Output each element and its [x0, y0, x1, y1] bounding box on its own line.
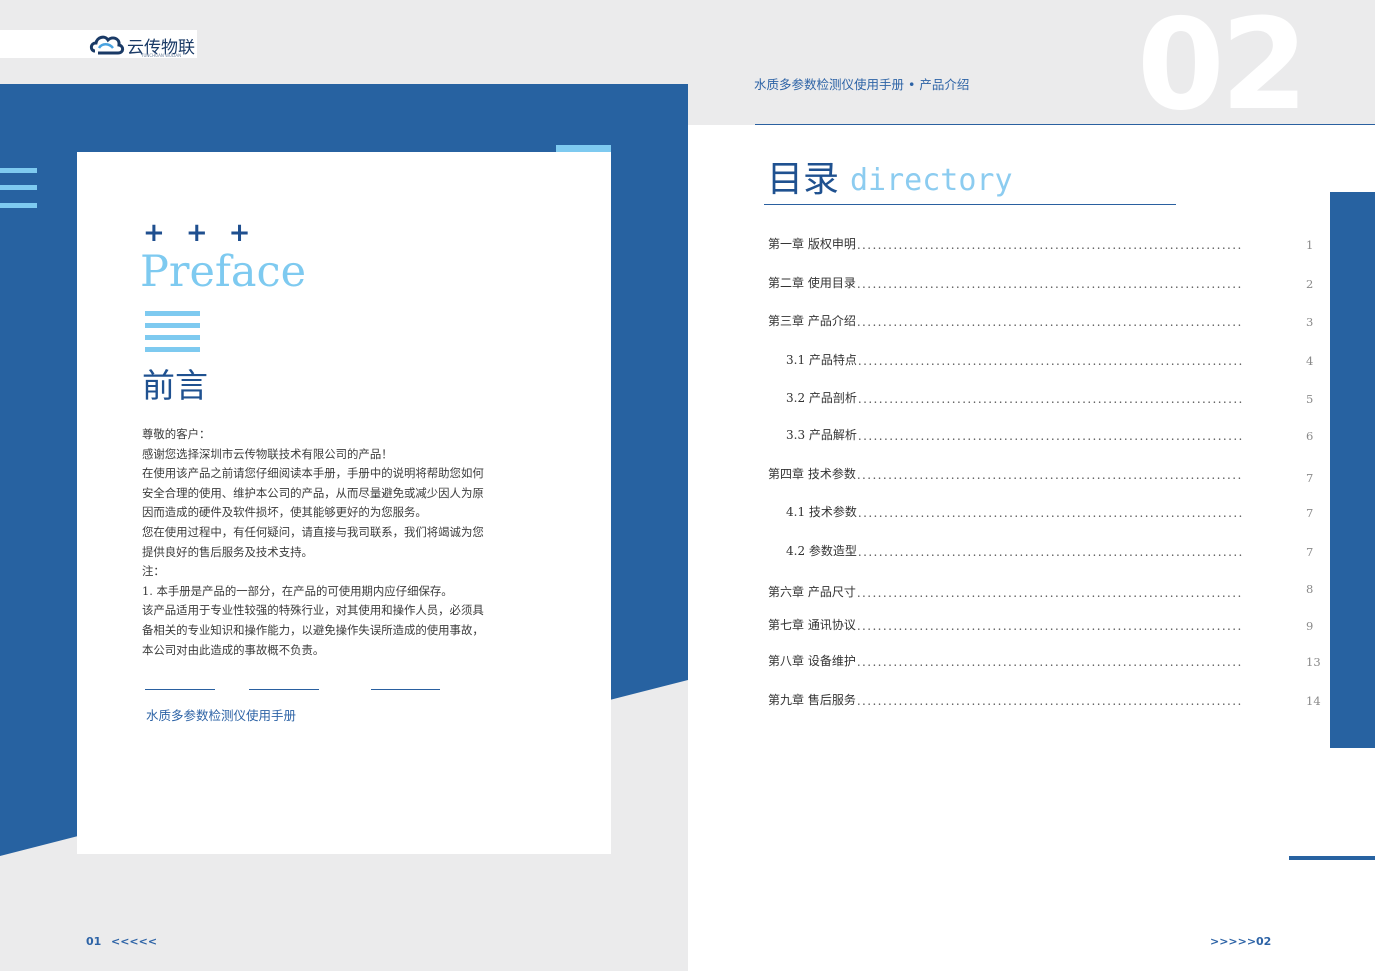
- plus-marks: + + +: [143, 218, 257, 248]
- toc-entry[interactable]: 第八章 设备维护 ...............................…: [768, 653, 1321, 669]
- toc-leader-dots: ........................................…: [856, 277, 1243, 291]
- toc-leader-dots: ........................................…: [857, 429, 1243, 443]
- toc-entry[interactable]: 第二章 使用目录 ...............................…: [768, 275, 1313, 291]
- toc-entry[interactable]: 第四章 技术参数 ...............................…: [768, 466, 1313, 485]
- toc-entry[interactable]: 3.3 产品解析 ...............................…: [786, 427, 1313, 443]
- toc-entry[interactable]: 第一章 版权申明 ...............................…: [768, 236, 1313, 252]
- preface-body: 尊敬的客户： 感谢您选择深圳市云传物联技术有限公司的产品！ 在使用该产品之前请您…: [142, 425, 512, 660]
- toc-entry-label: 第一章 版权申明: [768, 237, 856, 251]
- toc-entry-page: 9: [1306, 619, 1314, 633]
- right-side-blue-bar: [1330, 192, 1375, 748]
- toc-entry-label: 第四章 技术参数: [768, 467, 856, 481]
- left-page-arrows: <<<<<: [111, 935, 158, 948]
- preface-title-cn: 前言: [142, 366, 208, 405]
- toc-entry-page: 7: [1306, 545, 1314, 559]
- manual-title: 水质多参数检测仪使用手册: [146, 708, 297, 723]
- toc-leader-dots: ........................................…: [856, 315, 1243, 329]
- toc-entry-label: 第六章 产品尺寸: [768, 585, 856, 599]
- preface-line: 备相关的专业知识和操作能力，以避免操作失误所造成的使用事故，: [142, 622, 484, 637]
- menu-bar: [145, 323, 200, 328]
- toc-entry[interactable]: 第三章 产品介绍 ...............................…: [768, 313, 1313, 329]
- toc-entry-label: 第九章 售后服务: [768, 693, 856, 707]
- side-stripe: [0, 168, 37, 173]
- preface-line: 尊敬的客户：: [142, 427, 211, 441]
- toc-leader-dots: ........................................…: [857, 506, 1243, 520]
- header-rule: [755, 124, 1375, 125]
- toc-entry-page: 4: [1306, 354, 1314, 368]
- toc-entry-page: 14: [1306, 694, 1321, 708]
- toc-title-cn: 目录: [767, 159, 840, 200]
- toc-entry-label: 第三章 产品介绍: [768, 314, 856, 328]
- logo-subtext: YUNCHUAN WULIAN: [141, 53, 182, 58]
- toc-title-rule: [764, 204, 1176, 205]
- running-header: 水质多参数检测仪使用手册 • 产品介绍: [754, 77, 970, 92]
- toc-leader-dots: ........................................…: [857, 354, 1243, 368]
- toc-entry-page: 7: [1306, 471, 1314, 485]
- toc-entry-page: 3: [1306, 315, 1314, 329]
- toc-entry-page: 7: [1306, 506, 1314, 520]
- preface-line: 提供良好的售后服务及技术支持。: [142, 544, 313, 559]
- toc-entry-label: 3.3 产品解析: [786, 428, 857, 442]
- toc-leader-dots: ........................................…: [857, 545, 1243, 559]
- side-stripe: [0, 185, 37, 190]
- preface-line: 该产品适用于专业性较强的特殊行业，对其使用和操作人员，必须具: [142, 603, 484, 618]
- toc-entry-page: 8: [1306, 582, 1314, 596]
- menu-bar: [145, 335, 200, 340]
- signature-line: [249, 689, 319, 690]
- toc-entry-page: 13: [1306, 655, 1321, 669]
- toc-entry-label: 第七章 通讯协议: [768, 618, 856, 632]
- toc-entry[interactable]: 第七章 通讯协议 ...............................…: [768, 617, 1313, 633]
- left-page-number: 01: [86, 935, 102, 948]
- card-accent-bar: [556, 145, 611, 152]
- toc-entry-label: 3.1 产品特点: [786, 353, 857, 367]
- toc-leader-dots: ........................................…: [856, 586, 1243, 600]
- preface-line: 因而造成的硬件及软件损坏，使其能够更好的为您服务。: [142, 505, 427, 520]
- toc-entry[interactable]: 3.2 产品剖析 ...............................…: [786, 390, 1313, 406]
- toc-entry[interactable]: 4.1 技术参数 ...............................…: [786, 504, 1313, 520]
- toc-leader-dots: ........................................…: [856, 694, 1243, 708]
- right-page: 02 水质多参数检测仪使用手册 • 产品介绍 目录 directory 第一章 …: [688, 0, 1375, 971]
- chapter-number: 02: [1137, 0, 1308, 138]
- left-page: 云传物联 YUNCHUAN WULIAN + + + Preface 前言 尊敬…: [0, 0, 688, 971]
- toc-title-en: directory: [850, 163, 1013, 198]
- signature-line: [371, 689, 440, 690]
- right-page-number: 02: [1256, 935, 1272, 948]
- toc-entry-label: 第二章 使用目录: [768, 276, 856, 290]
- toc-entry-page: 1: [1306, 238, 1314, 252]
- toc-leader-dots: ........................................…: [856, 619, 1243, 633]
- preface-line: 本公司对由此造成的事故概不负责。: [142, 642, 325, 657]
- toc-entry-page: 5: [1306, 392, 1314, 406]
- hamburger-lines-icon: [145, 311, 200, 353]
- toc-entry-label: 4.2 参数造型: [786, 544, 857, 558]
- preface-line: 感谢您选择深圳市云传物联技术有限公司的产品！: [142, 446, 393, 461]
- toc-leader-dots: ........................................…: [856, 655, 1243, 669]
- preface-line: 安全合理的使用、维护本公司的产品，从而尽量避免或减少因人为原: [142, 485, 484, 500]
- toc-entry-label: 第八章 设备维护: [768, 654, 856, 668]
- menu-bar: [145, 347, 200, 352]
- toc-entry[interactable]: 4.2 参数造型 ...............................…: [786, 543, 1313, 559]
- preface-title-en: Preface: [140, 247, 307, 297]
- toc-entry-page: 6: [1306, 429, 1314, 443]
- cloud-swirl-icon: [89, 35, 125, 55]
- preface-line: 您在使用过程中，有任何疑问，请直接与我司联系，我们将竭诚为您: [142, 524, 484, 539]
- toc-entry-page: 2: [1306, 277, 1314, 291]
- toc-leader-dots: ........................................…: [857, 392, 1243, 406]
- toc-entry-label: 4.1 技术参数: [786, 505, 857, 519]
- preface-line: 注：: [142, 564, 165, 579]
- right-bottom-accent: [1289, 856, 1375, 860]
- preface-line: 1. 本手册是产品的一部分，在产品的可使用期内应仔细保存。: [142, 583, 453, 598]
- right-page-arrows: >>>>>: [1210, 935, 1257, 948]
- toc-entry[interactable]: 第九章 售后服务 ...............................…: [768, 692, 1321, 708]
- toc-entry[interactable]: 3.1 产品特点 ...............................…: [786, 352, 1313, 368]
- toc-leader-dots: ........................................…: [856, 238, 1243, 252]
- toc-leader-dots: ........................................…: [856, 468, 1243, 482]
- signature-line: [145, 689, 215, 690]
- preface-line: 在使用该产品之前请您仔细阅读本手册，手册中的说明将帮助您如何: [142, 466, 484, 481]
- menu-bar: [145, 311, 200, 316]
- toc-entry-label: 3.2 产品剖析: [786, 391, 857, 405]
- toc-entry[interactable]: 第六章 产品尺寸 ...............................…: [768, 582, 1313, 600]
- side-stripe: [0, 203, 37, 208]
